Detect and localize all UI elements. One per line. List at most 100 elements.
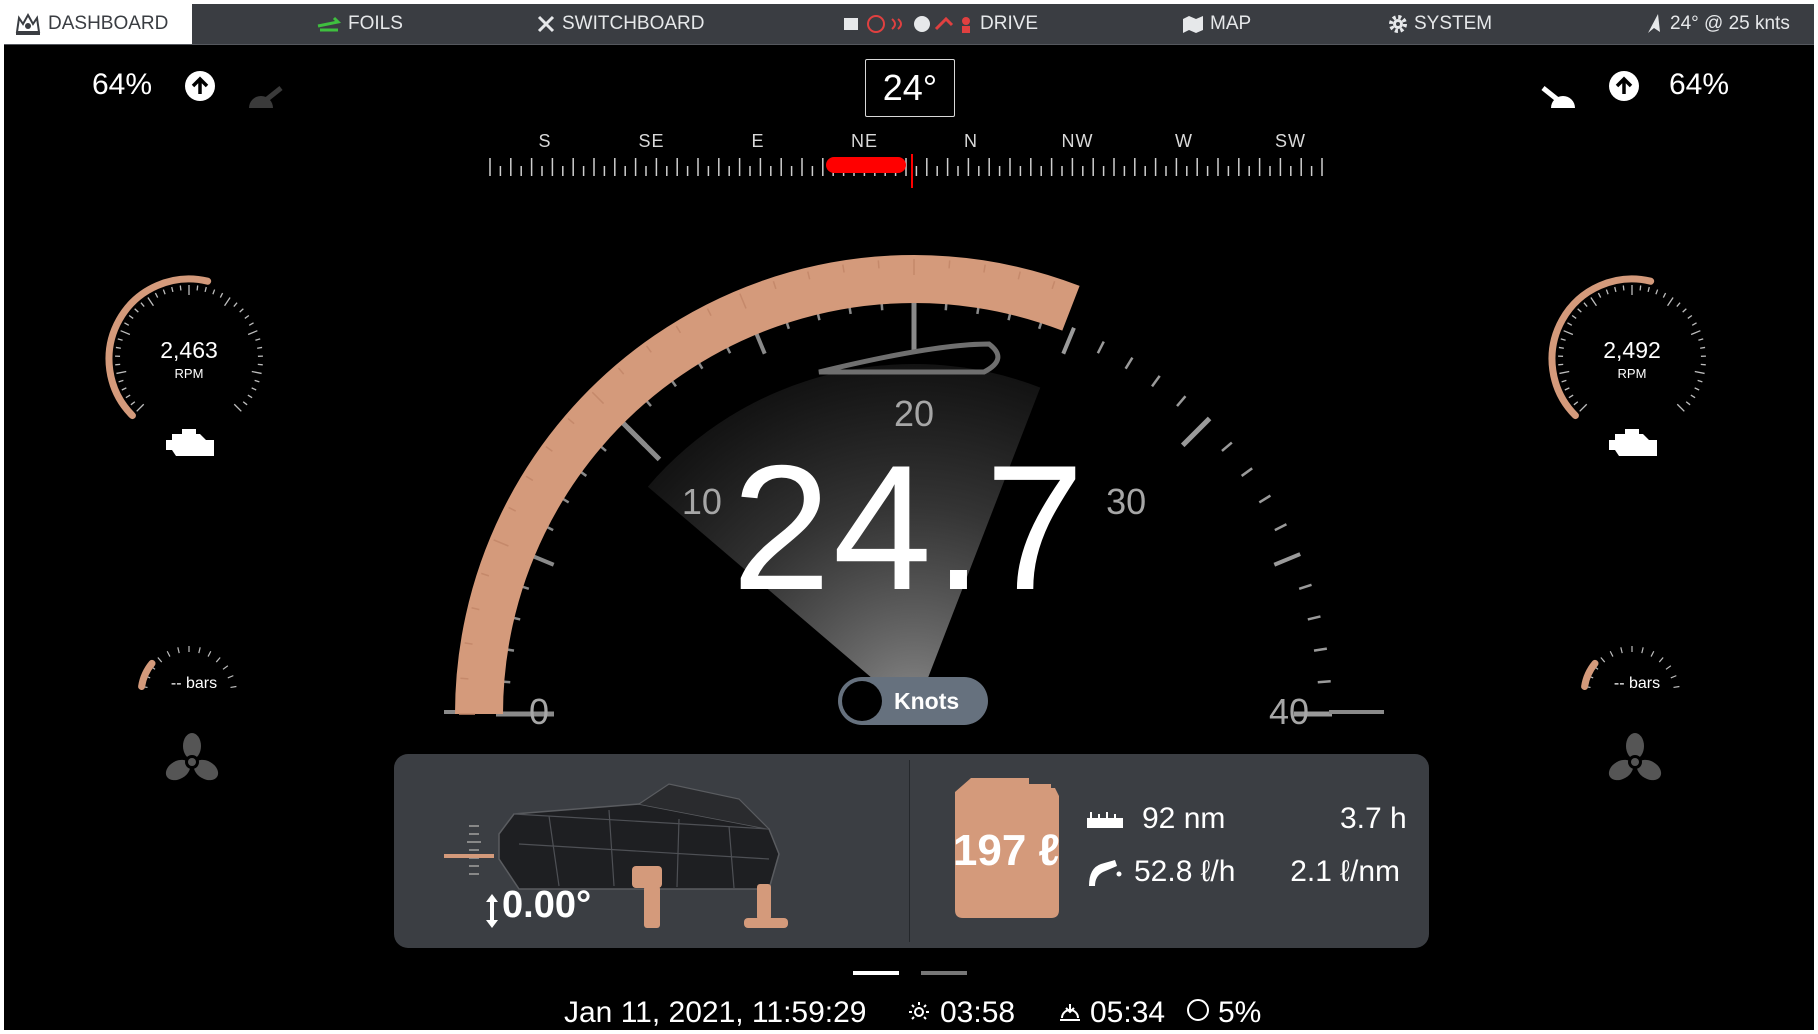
rpm-tick bbox=[1691, 322, 1697, 326]
speed-tick bbox=[1176, 395, 1187, 407]
left-rpm-label: RPM bbox=[174, 366, 204, 381]
nav-map-label: MAP bbox=[1210, 13, 1252, 34]
nav-dashboard-label: DASHBOARD bbox=[48, 13, 169, 34]
right-throttle-percent: 64% bbox=[1669, 68, 1730, 101]
compass-label: N bbox=[964, 131, 978, 151]
nav-map[interactable]: MAP bbox=[1182, 4, 1251, 44]
nav-system[interactable]: SYSTEM bbox=[1388, 4, 1492, 44]
rpm-tick bbox=[247, 394, 253, 399]
rpm-tick bbox=[242, 401, 248, 406]
compass-tape bbox=[484, 124, 1344, 199]
rpm-tick bbox=[140, 302, 145, 307]
rpm-tick bbox=[121, 387, 127, 391]
heading-range bbox=[826, 157, 906, 173]
nav-switchboard-label: SWITCHBOARD bbox=[562, 13, 705, 34]
rpm-tick bbox=[1698, 338, 1704, 341]
speed-tick bbox=[1273, 552, 1301, 567]
tools-icon bbox=[536, 14, 556, 34]
right-pressure-value: -- bars bbox=[1613, 675, 1661, 692]
rpm-tick bbox=[224, 297, 231, 307]
speed-tick bbox=[1274, 523, 1288, 532]
rpm-tick bbox=[130, 401, 136, 406]
nav-drive[interactable]: DRIVE bbox=[842, 4, 1038, 44]
compass-label: S bbox=[538, 131, 552, 151]
rpm-tick bbox=[1662, 292, 1667, 298]
speed-major-tick bbox=[625, 425, 662, 462]
throttle-lever-icon bbox=[1539, 82, 1579, 117]
dashboard-screen: DASHBOARD FOILS SWITCHBOARD DRIVE MAP SY… bbox=[4, 4, 1814, 1030]
rpm-tick bbox=[1590, 297, 1597, 307]
speed-scale-label: 40 bbox=[1268, 691, 1310, 732]
pressure-tick bbox=[166, 650, 171, 657]
rpm-tick bbox=[1577, 308, 1582, 313]
engine-icon bbox=[164, 426, 220, 467]
page-indicator-active[interactable] bbox=[853, 971, 899, 975]
nav-dashboard[interactable]: DASHBOARD bbox=[4, 4, 192, 44]
units-label: Knots bbox=[894, 688, 960, 714]
rpm-tick bbox=[1687, 314, 1693, 319]
rpm-tick bbox=[1655, 289, 1659, 295]
gear-icon bbox=[1388, 14, 1408, 34]
rpm-tick bbox=[1647, 286, 1650, 293]
fuel-volume: 197 ℓ bbox=[952, 826, 1061, 875]
heading-readout: 24° bbox=[865, 59, 955, 117]
rpm-tick bbox=[1676, 403, 1685, 412]
rpm-tick bbox=[233, 403, 242, 412]
footer: Jan 11, 2021, 11:59:29 03:58 05:34 5% bbox=[4, 994, 1814, 1030]
rpm-tick bbox=[1563, 330, 1574, 336]
arrow-up-circle-icon[interactable] bbox=[184, 70, 216, 107]
rpm-tick bbox=[128, 314, 134, 319]
rpm-tick bbox=[1560, 338, 1566, 341]
propeller-icon bbox=[164, 732, 220, 793]
rpm-tick bbox=[244, 314, 250, 319]
toggle-knob bbox=[842, 681, 882, 721]
moon-icon bbox=[1186, 996, 1210, 1030]
pressure-tick bbox=[1658, 657, 1664, 663]
rpm-tick bbox=[1597, 292, 1602, 298]
fuel-nozzle-icon bbox=[1087, 856, 1123, 893]
speed-tick bbox=[1124, 356, 1134, 370]
rpm-tick bbox=[1573, 401, 1579, 406]
wind-indicator[interactable]: 24° @ 25 knts bbox=[1644, 4, 1790, 44]
speed-tick bbox=[1096, 340, 1105, 354]
compass-label: SE bbox=[638, 131, 665, 151]
rpm-tick bbox=[118, 379, 124, 383]
fuel-time: 3.7 h bbox=[1340, 802, 1407, 835]
rpm-tick bbox=[212, 289, 216, 295]
rpm-tick bbox=[1558, 346, 1564, 349]
sun-icon bbox=[906, 996, 932, 1030]
speed-tick bbox=[1061, 327, 1076, 355]
page-indicator[interactable] bbox=[921, 971, 967, 975]
speed-arc-tick bbox=[948, 260, 951, 269]
rpm-tick bbox=[251, 370, 262, 375]
nav-drive-label: DRIVE bbox=[980, 13, 1039, 34]
arrow-up-circle-icon[interactable] bbox=[1608, 70, 1640, 107]
pressure-tick bbox=[1641, 647, 1644, 654]
rpm-tick bbox=[1561, 379, 1567, 383]
pressure-tick bbox=[1620, 647, 1623, 654]
rpm-tick bbox=[179, 285, 182, 291]
rpm-tick bbox=[147, 297, 154, 307]
rpm-tick bbox=[239, 308, 244, 313]
rpm-tick bbox=[233, 302, 238, 307]
sunset-time: 05:34 bbox=[1090, 996, 1166, 1029]
nav-foils[interactable]: FOILS bbox=[316, 4, 403, 44]
left-throttle-percent: 64% bbox=[92, 68, 153, 101]
rpm-tick bbox=[1700, 346, 1706, 349]
pitch-value: 0.00° bbox=[502, 884, 592, 926]
speed-arc-tick bbox=[460, 677, 469, 680]
speed-tick bbox=[1180, 416, 1212, 448]
pressure-tick bbox=[1609, 650, 1614, 657]
pressure-tick bbox=[1650, 650, 1655, 657]
speed-scale-label: 0 bbox=[528, 691, 550, 732]
navigation-arrow-icon bbox=[1644, 13, 1664, 35]
rpm-tick bbox=[1614, 286, 1617, 293]
rpm-tick bbox=[1667, 297, 1674, 307]
nav-switchboard[interactable]: SWITCHBOARD bbox=[536, 4, 705, 44]
rpm-tick bbox=[219, 292, 224, 298]
rpm-tick bbox=[1639, 285, 1642, 291]
compass-label: SW bbox=[1275, 131, 1306, 151]
rpm-tick bbox=[115, 346, 121, 349]
rpm-tick bbox=[134, 308, 139, 313]
units-toggle[interactable]: Knots bbox=[838, 677, 988, 725]
